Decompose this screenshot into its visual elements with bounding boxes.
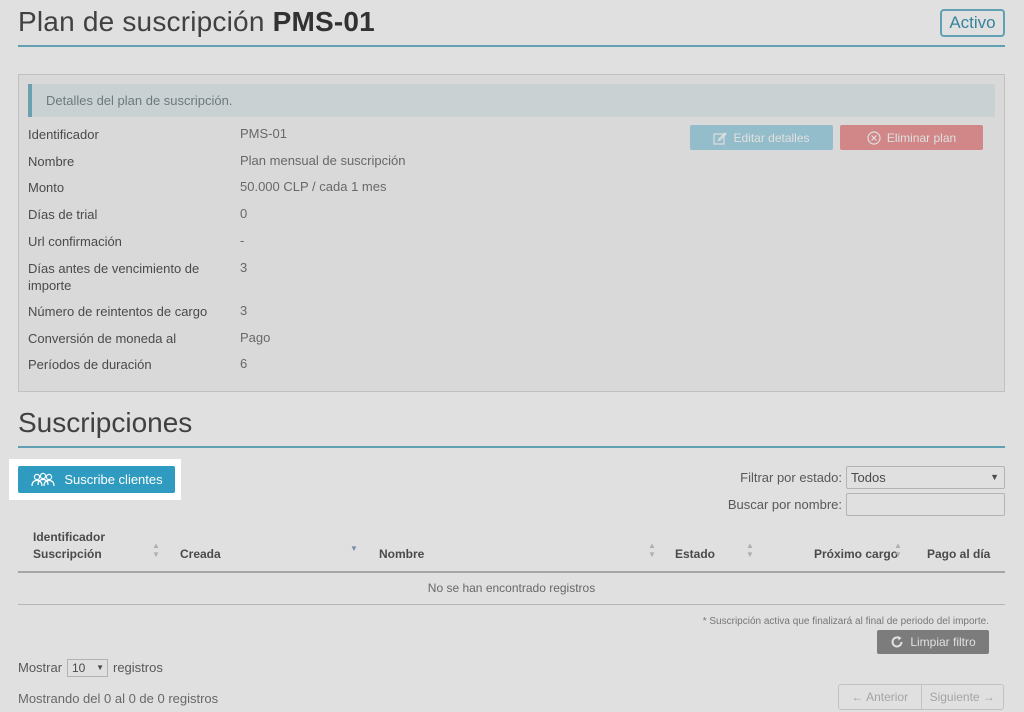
- previous-page-button[interactable]: ← Anterior: [839, 685, 921, 709]
- page-title-prefix: Plan de suscripción: [18, 6, 265, 37]
- subscriptions-title: Suscripciones: [18, 407, 193, 438]
- chevron-down-icon: ▼: [990, 472, 999, 482]
- records-summary: Mostrando del 0 al 0 de 0 registros: [18, 691, 219, 706]
- detail-value: Pago: [240, 330, 271, 345]
- detail-value: PMS-01: [240, 126, 287, 141]
- delete-plan-button[interactable]: Eliminar plan: [840, 125, 983, 150]
- edit-icon: [713, 131, 728, 145]
- detail-value: 3: [240, 260, 248, 275]
- status-filter-select[interactable]: Todos ▼: [846, 466, 1005, 489]
- detail-value: 0: [240, 206, 248, 221]
- subscriptions-divider: [18, 446, 1005, 448]
- column-header-id[interactable]: Identificador Suscripción: [33, 529, 143, 563]
- sort-icon: ▲ ▼: [152, 541, 160, 559]
- detail-label: Identificador: [28, 127, 99, 142]
- detail-label: Monto: [28, 180, 65, 195]
- detail-value: 3: [240, 303, 248, 318]
- page-size-select[interactable]: 10 ▼: [67, 659, 108, 677]
- sort-icon: ▲ ▼: [648, 541, 656, 559]
- page-size-suffix: registros: [113, 660, 163, 675]
- clear-filter-label: Limpiar filtro: [910, 635, 976, 649]
- edit-details-button[interactable]: Editar detalles: [690, 125, 833, 150]
- status-filter-value: Todos: [851, 470, 886, 485]
- detail-label: Días de trial: [28, 207, 98, 222]
- page-size-label: Mostrar: [18, 660, 63, 675]
- edit-details-label: Editar detalles: [733, 130, 810, 145]
- page-size-value: 10: [72, 661, 86, 675]
- page-title: Plan de suscripción PMS-01: [18, 6, 375, 38]
- detail-value: 50.000 CLP / cada 1 mes: [240, 179, 387, 194]
- column-header-status[interactable]: Estado: [675, 546, 715, 563]
- sort-icon: ▲ ▼: [746, 541, 754, 559]
- detail-label: Conversión de moneda al: [28, 331, 177, 346]
- active-subscription-footnote: * Suscripción activa que finalizará al f…: [702, 616, 989, 627]
- detail-value: 6: [240, 356, 248, 371]
- pagination: ← Anterior Siguiente →: [838, 684, 1004, 710]
- sort-icon: ▲ ▼: [894, 541, 902, 559]
- status-badge: Activo: [940, 9, 1005, 37]
- column-header-next-charge[interactable]: Próximo cargo: [814, 546, 898, 563]
- users-icon: [31, 472, 55, 486]
- detail-label: Url confirmación: [28, 234, 122, 249]
- delete-plan-label: Eliminar plan: [886, 130, 957, 145]
- details-info-bar: Detalles del plan de suscripción.: [28, 84, 995, 117]
- subscribe-clients-label: Suscribe clientes: [64, 472, 163, 487]
- page-title-code: PMS-01: [272, 6, 375, 37]
- detail-value: Plan mensual de suscripción: [240, 153, 406, 168]
- detail-label: Días antes de vencimiento de importe: [28, 261, 200, 293]
- table-bottom-divider: [18, 604, 1005, 605]
- column-header-created[interactable]: Creada: [180, 546, 221, 563]
- subscribe-clients-button[interactable]: Suscribe clientes: [18, 466, 175, 493]
- name-search-input[interactable]: [846, 493, 1005, 516]
- next-page-button[interactable]: Siguiente →: [922, 685, 1004, 709]
- column-header-name[interactable]: Nombre: [379, 546, 424, 563]
- status-filter-label: Filtrar por estado:: [740, 470, 842, 485]
- column-header-paid-up[interactable]: Pago al día: [927, 546, 990, 563]
- details-info-text: Detalles del plan de suscripción.: [46, 93, 233, 108]
- clear-filter-button[interactable]: Limpiar filtro: [877, 630, 989, 654]
- refresh-icon: [891, 636, 903, 648]
- sort-desc-icon: ▼: [350, 544, 358, 553]
- title-divider: [18, 45, 1005, 47]
- subscriptions-table-header: Identificador Suscripción ▲ ▼ Creada ▼ No…: [18, 527, 1005, 572]
- detail-label: Número de reintentos de cargo: [28, 304, 208, 319]
- detail-label: Períodos de duración: [28, 357, 152, 372]
- name-search-label: Buscar por nombre:: [727, 497, 842, 512]
- close-circle-icon: [867, 130, 881, 145]
- detail-label: Nombre: [28, 154, 75, 169]
- chevron-down-icon: ▼: [96, 663, 104, 672]
- table-empty-row: No se han encontrado registros: [427, 581, 596, 595]
- detail-value: -: [240, 233, 245, 248]
